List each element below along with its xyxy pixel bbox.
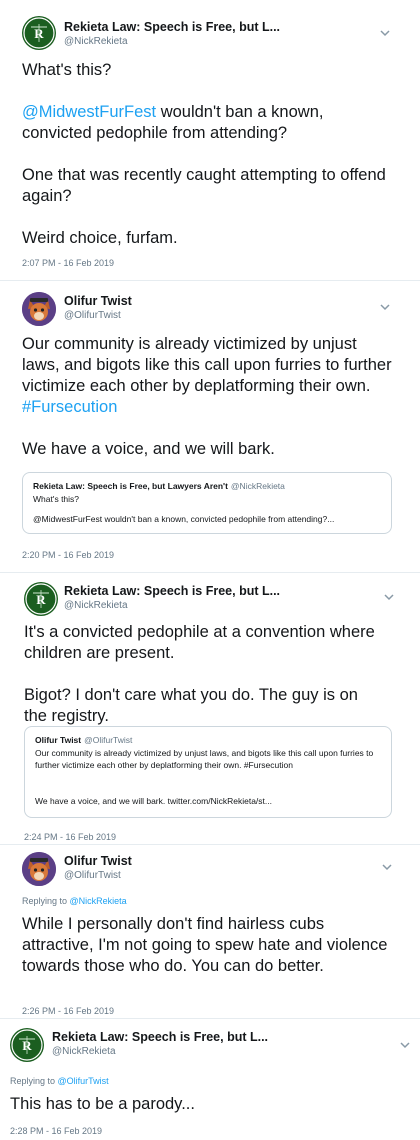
quoted-text-line: What's this? <box>33 494 80 504</box>
tweet-5: R Rekieta Law: Speech is Free, but L... … <box>0 1020 420 1140</box>
divider <box>0 1018 420 1019</box>
avatar[interactable]: R <box>10 1028 44 1062</box>
replying-to-link[interactable]: @NickRekieta <box>70 896 127 906</box>
avatar[interactable] <box>22 292 56 326</box>
scales-logo-icon: R <box>25 583 57 615</box>
tweet-text-line: Bigot? I don't care what you do. The guy… <box>24 686 358 725</box>
quoted-author-handle: @NickRekieta <box>230 481 285 491</box>
replying-to-link[interactable]: @OlifurTwist <box>58 1076 109 1086</box>
mention-link[interactable]: @MidwestFurFest <box>22 103 156 121</box>
fox-avatar-icon <box>22 292 56 326</box>
replying-to-prefix: Replying to <box>10 1076 58 1086</box>
divider <box>0 844 420 845</box>
tweet-text-line: It's a convicted pedophile at a conventi… <box>24 623 375 662</box>
quoted-text-line: We have a voice, and we will bark. twitt… <box>35 796 272 806</box>
timestamp[interactable]: 2:28 PM - 16 Feb 2019 <box>10 1126 102 1136</box>
tweet-text: Our community is already victimized by u… <box>22 334 392 460</box>
chevron-down-icon[interactable] <box>398 1038 412 1052</box>
timestamp[interactable]: 2:20 PM - 16 Feb 2019 <box>22 550 114 560</box>
author-name[interactable]: Rekieta Law: Speech is Free, but L... <box>64 584 280 598</box>
scales-logo-icon: R <box>11 1029 43 1061</box>
author-name[interactable]: Rekieta Law: Speech is Free, but L... <box>64 20 280 34</box>
tweet-text-line: One that was recently caught attempting … <box>22 166 386 205</box>
tweet-text-line: We have a voice, and we will bark. <box>22 440 275 458</box>
tweet-text-line: What's this? <box>22 61 112 79</box>
quoted-tweet[interactable]: Rekieta Law: Speech is Free, but Lawyers… <box>22 472 392 534</box>
tweet-text: It's a convicted pedophile at a conventi… <box>24 622 384 727</box>
tweet-1: R Rekieta Law: Speech is Free, but L... … <box>0 0 420 278</box>
chevron-down-icon[interactable] <box>378 26 392 40</box>
quoted-tweet[interactable]: Olifur Twist @OlifurTwist Our community i… <box>24 726 392 818</box>
quoted-author-name: Rekieta Law: Speech is Free, but Lawyers… <box>33 481 228 491</box>
tweet-text: What's this? @MidwestFurFest wouldn't ba… <box>22 60 392 249</box>
author-name[interactable]: Rekieta Law: Speech is Free, but L... <box>52 1030 268 1044</box>
quoted-author-name: Olifur Twist <box>35 735 82 745</box>
author-handle[interactable]: @NickRekieta <box>52 1046 116 1057</box>
tweet-text-line: This has to be a parody... <box>10 1095 195 1113</box>
avatar[interactable]: R <box>22 16 56 50</box>
author-handle[interactable]: @NickRekieta <box>64 600 128 611</box>
avatar[interactable] <box>22 852 56 886</box>
quoted-text-line: Our community is already victimized by u… <box>35 748 374 770</box>
author-name[interactable]: Olifur Twist <box>64 854 132 868</box>
timestamp[interactable]: 2:26 PM - 16 Feb 2019 <box>22 1006 114 1016</box>
author-name[interactable]: Olifur Twist <box>64 294 132 308</box>
chevron-down-icon[interactable] <box>382 590 396 604</box>
quoted-text-line: @MidwestFurFest wouldn't ban a known, co… <box>33 514 335 524</box>
tweet-text-segment: Our community is already victimized by u… <box>22 335 392 395</box>
quoted-tweet-header: Rekieta Law: Speech is Free, but Lawyers… <box>33 481 285 491</box>
tweet-2: Olifur Twist @OlifurTwist Our community … <box>0 282 420 570</box>
tweet-text-line: Weird choice, furfam. <box>22 229 178 247</box>
fox-avatar-icon <box>22 852 56 886</box>
tweet-4: Olifur Twist @OlifurTwist Replying to @N… <box>0 846 420 1016</box>
replying-to: Replying to @NickRekieta <box>22 896 127 906</box>
tweet-text: This has to be a parody... <box>10 1094 400 1115</box>
replying-to-prefix: Replying to <box>22 896 70 906</box>
tweet-text-line: While I personally don't find hairless c… <box>22 915 388 975</box>
timestamp[interactable]: 2:07 PM - 16 Feb 2019 <box>22 258 114 268</box>
chevron-down-icon[interactable] <box>378 300 392 314</box>
divider <box>0 572 420 573</box>
author-handle[interactable]: @NickRekieta <box>64 36 128 47</box>
author-handle[interactable]: @OlifurTwist <box>64 310 121 321</box>
timestamp[interactable]: 2:24 PM - 16 Feb 2019 <box>24 832 116 842</box>
quoted-tweet-header: Olifur Twist @OlifurTwist <box>35 735 132 745</box>
quoted-author-handle: @OlifurTwist <box>84 735 133 745</box>
tweet-3: R Rekieta Law: Speech is Free, but L... … <box>0 574 420 844</box>
tweet-text: While I personally don't find hairless c… <box>22 914 392 977</box>
replying-to: Replying to @OlifurTwist <box>10 1076 109 1086</box>
hashtag-link[interactable]: #Fursecution <box>22 398 117 416</box>
chevron-down-icon[interactable] <box>380 860 394 874</box>
avatar[interactable]: R <box>24 582 58 616</box>
divider <box>0 280 420 281</box>
scales-logo-icon: R <box>23 17 55 49</box>
tweet-text-line: @MidwestFurFest wouldn't ban a known, co… <box>22 102 392 144</box>
tweet-text-line: Our community is already victimized by u… <box>22 334 392 418</box>
author-handle[interactable]: @OlifurTwist <box>64 870 121 881</box>
